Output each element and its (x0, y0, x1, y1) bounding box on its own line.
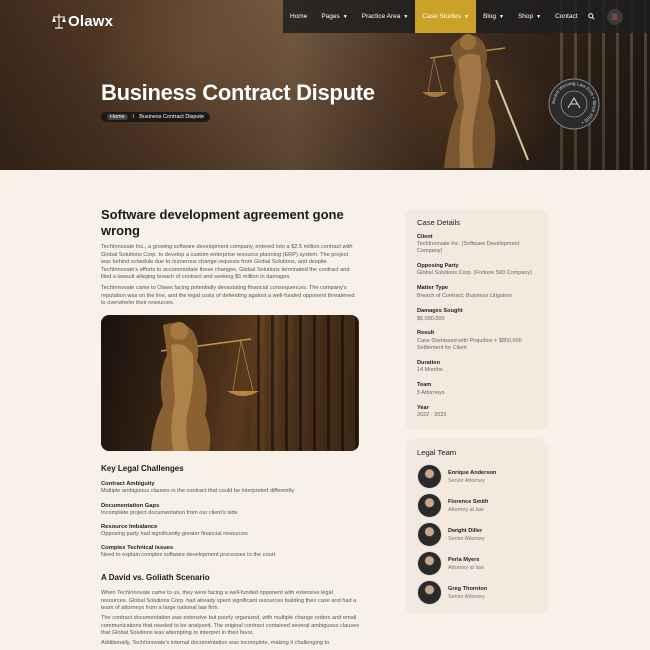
member-name: Perla Myers (448, 556, 480, 563)
scales-logo-icon (52, 14, 66, 29)
member-role: Attorney at law (448, 564, 484, 571)
detail-value: Breach of Contract, Business Litigation (417, 293, 512, 299)
detail-value: 14 Months (417, 367, 443, 373)
search-icon[interactable] (585, 10, 599, 24)
avatar (417, 493, 442, 518)
menu-icon[interactable] (606, 8, 623, 25)
case-details-title: Case Details (417, 218, 461, 227)
detail-label: Result (417, 330, 435, 336)
chevron-down-icon: ▼ (499, 13, 504, 20)
avatar (417, 580, 442, 605)
challenge-title: Documentation Gaps (101, 503, 160, 509)
member-role: Senior Attorney (448, 535, 485, 542)
nav-item-practice-area[interactable]: Practice Area ▼ (355, 0, 416, 33)
avatar (417, 464, 442, 489)
main-navigation: Home Pages ▼ Practice Area ▼ Case Studies ▼… (283, 0, 650, 33)
breadcrumb-home-link[interactable]: Home (107, 114, 128, 120)
scenario-heading: A David vs. Goliath Scenario (101, 573, 210, 582)
nav-item-contact[interactable]: Contact (548, 0, 584, 33)
avatar (417, 551, 442, 576)
article-paragraph: TechInnovate came to Olawx facing potent… (101, 285, 355, 307)
challenge-description: Opposing party had significantly greater… (101, 531, 248, 537)
detail-value: Case Dismissed with Prejudice + $850,000… (417, 338, 522, 352)
detail-value: TechInnovate Inc. (Software Development … (417, 241, 520, 255)
avatar (417, 522, 442, 547)
article-paragraph: Additionally, TechInnovate's internal do… (101, 640, 330, 646)
challenge-description: Incomplete project documentation from ou… (101, 510, 238, 516)
chevron-down-icon: ▼ (536, 13, 542, 20)
member-role: Senior Attorney (448, 593, 485, 600)
team-member[interactable]: Perla Myers Attorney at law (417, 551, 484, 576)
nav-item-case-studies[interactable]: Case Studies ▼ (415, 0, 476, 33)
legal-team-title: Legal Team (417, 448, 457, 457)
lady-justice-statue-image (422, 34, 529, 169)
detail-label: Damages Sought (417, 308, 463, 314)
member-name: Enrique Anderson (448, 469, 497, 476)
brand-logo[interactable]: Olawx (52, 12, 113, 30)
detail-label: Client (417, 234, 433, 240)
challenge-description: Need to explain complex software develop… (101, 552, 276, 558)
nav-label: Contact (555, 13, 578, 20)
detail-value: 2022 - 2023 (417, 412, 447, 418)
page-title: Business Contract Dispute (101, 80, 375, 105)
member-role: Attorney at law (448, 506, 484, 513)
article-paragraph: When TechInnovate came to us, they were … (101, 590, 357, 612)
team-member[interactable]: Florence Smith Attorney at law (417, 493, 488, 518)
nav-label: Blog (482, 13, 496, 20)
brand-name: Olawx (68, 12, 114, 30)
member-name: Dwight Diller (448, 527, 483, 534)
detail-label: Duration (417, 360, 440, 366)
award-badge-seal: Award-Winning Law Firm • Since 2005 • (548, 78, 600, 130)
nav-label: Home (290, 13, 308, 20)
article-paragraph: TechInnovate Inc., a growing software de… (101, 244, 353, 281)
detail-value: 5 Attorneys (417, 390, 445, 396)
nav-label: Practice Area (361, 13, 401, 20)
nav-item-home[interactable]: Home (283, 0, 314, 33)
nav-label: Shop (517, 13, 534, 20)
detail-value: Global Solutions Corp. (Fortune 500 Comp… (417, 270, 532, 276)
challenge-title: Complex Technical Issues (101, 545, 174, 551)
article-heading: Software development agreement gone wron… (101, 207, 344, 238)
nav-item-shop[interactable]: Shop ▼ (511, 0, 548, 33)
challenge-description: Multiple ambiguous clauses in the contra… (101, 488, 294, 494)
chevron-down-icon: ▼ (342, 13, 348, 20)
challenge-title: Resource Imbalance (101, 524, 158, 530)
nav-label: Pages (321, 13, 340, 20)
team-member[interactable]: Enrique Anderson Senior Attorney (417, 464, 496, 489)
challenges-heading: Key Legal Challenges (101, 464, 184, 473)
case-details-card: Case Details Client TechInnovate Inc. (S… (405, 209, 548, 430)
chevron-down-icon: ▼ (403, 13, 409, 20)
nav-item-blog[interactable]: Blog ▼ (476, 0, 511, 33)
article-paragraph: The contract documentation was extensive… (101, 615, 359, 637)
hero-banner: Award-Winning Law Firm • Since 2005 • Ol… (0, 0, 650, 170)
statue-illustration (151, 322, 259, 451)
team-member[interactable]: Dwight Diller Senior Attorney (417, 522, 485, 547)
nav-label: Case Studies (422, 13, 462, 20)
nav-item-pages[interactable]: Pages ▼ (314, 0, 354, 33)
lady-justice-image (101, 315, 359, 451)
detail-label: Matter Type (417, 285, 448, 291)
chevron-down-icon: ▼ (464, 13, 469, 20)
member-name: Florence Smith (448, 498, 489, 505)
breadcrumb-separator: / (132, 114, 135, 120)
detail-label: Year (417, 405, 429, 411)
nav-actions (585, 8, 650, 25)
member-name: Greg Thornton (448, 585, 488, 592)
detail-label: Opposing Party (417, 263, 459, 269)
team-member[interactable]: Greg Thornton Senior Attorney (417, 580, 487, 605)
challenge-title: Contract Ambiguity (101, 481, 155, 487)
breadcrumb-current: Business Contract Dispute (139, 114, 205, 120)
detail-label: Team (417, 382, 432, 388)
legal-team-card: Legal Team Enrique Anderson Senior Attorn… (405, 439, 548, 614)
breadcrumb: Home / Business Contract Dispute (101, 112, 211, 122)
detail-value: $5,000,000 (417, 316, 445, 322)
member-role: Senior Attorney (448, 477, 485, 484)
